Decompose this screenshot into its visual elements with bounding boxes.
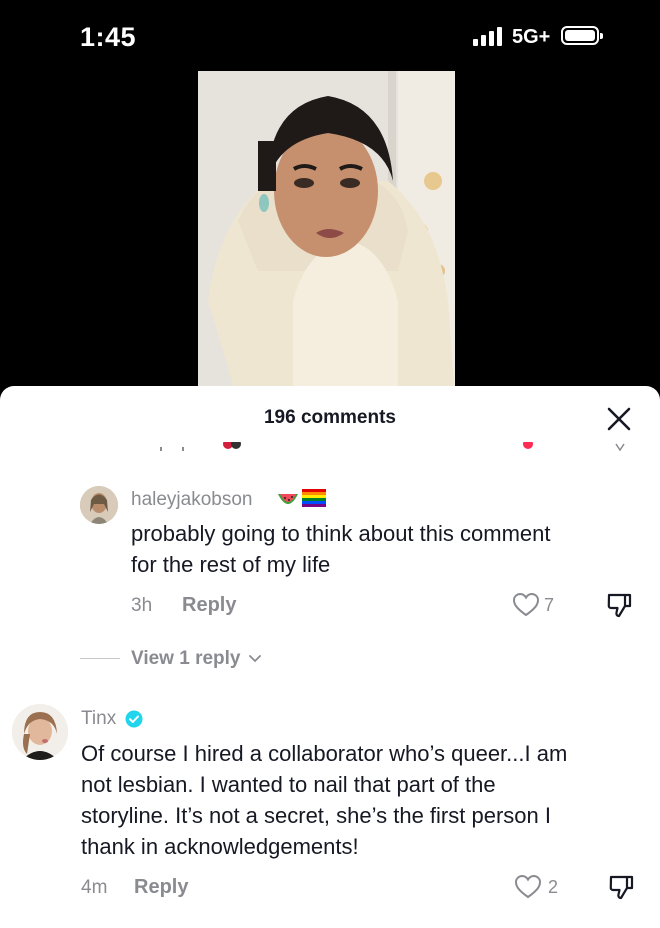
reply-button[interactable]: Reply: [134, 876, 188, 899]
dislike-icon[interactable]: [605, 591, 633, 619]
verified-badge-icon: [125, 710, 143, 728]
status-time: 1:45: [80, 22, 137, 52]
comment-text: probably going to think about this comme…: [131, 518, 550, 580]
watermelon-icon: [278, 494, 298, 504]
clipped-previous-comment: [160, 442, 625, 452]
like-count: 7: [544, 595, 555, 615]
network-type: 5G+: [512, 26, 551, 48]
comment-timestamp: 3h: [131, 595, 153, 616]
comment-text-line: for the rest of my life: [131, 552, 331, 577]
comment-text-line: storyline. It’s not a secret, she’s the …: [81, 803, 551, 828]
comment-username[interactable]: Tinx: [81, 708, 116, 730]
view-replies-button[interactable]: View 1 reply: [131, 648, 241, 670]
avatar-image: [12, 704, 68, 760]
signal-icon: [473, 27, 502, 46]
avatar[interactable]: [12, 704, 68, 760]
comment-text-line: probably going to think about this comme…: [131, 521, 551, 546]
dislike-icon[interactable]: [607, 873, 635, 901]
chevron-down-icon[interactable]: [248, 654, 262, 663]
comments-sheet: 196 comments haleyjakobson probably goin…: [0, 386, 660, 928]
reply-button[interactable]: Reply: [182, 594, 236, 617]
status-bar: 1:45 5G+: [0, 0, 660, 70]
video-preview[interactable]: [198, 71, 455, 401]
comment-text: Of course I hired a collaborator who’s q…: [81, 738, 567, 862]
comment-timestamp: 4m: [81, 877, 108, 898]
video-frame-image: [198, 71, 455, 401]
avatar-image: [80, 486, 118, 524]
comments-count-title: 196 comments: [263, 407, 396, 428]
close-icon[interactable]: [606, 406, 632, 432]
heart-icon[interactable]: [512, 592, 540, 617]
comment-text-line: thank in acknowledgements!: [81, 834, 359, 859]
view-replies-divider: [80, 658, 120, 659]
comment-username[interactable]: haleyjakobson: [131, 489, 252, 511]
rainbow-flag-icon: [302, 489, 326, 507]
comment-text-line: not lesbian. I wanted to nail that part …: [81, 772, 496, 797]
avatar[interactable]: [80, 486, 118, 524]
like-count: 2: [548, 877, 559, 897]
comment-text-line: Of course I hired a collaborator who’s q…: [81, 741, 568, 766]
heart-icon[interactable]: [514, 874, 542, 899]
battery-icon: [561, 26, 603, 45]
